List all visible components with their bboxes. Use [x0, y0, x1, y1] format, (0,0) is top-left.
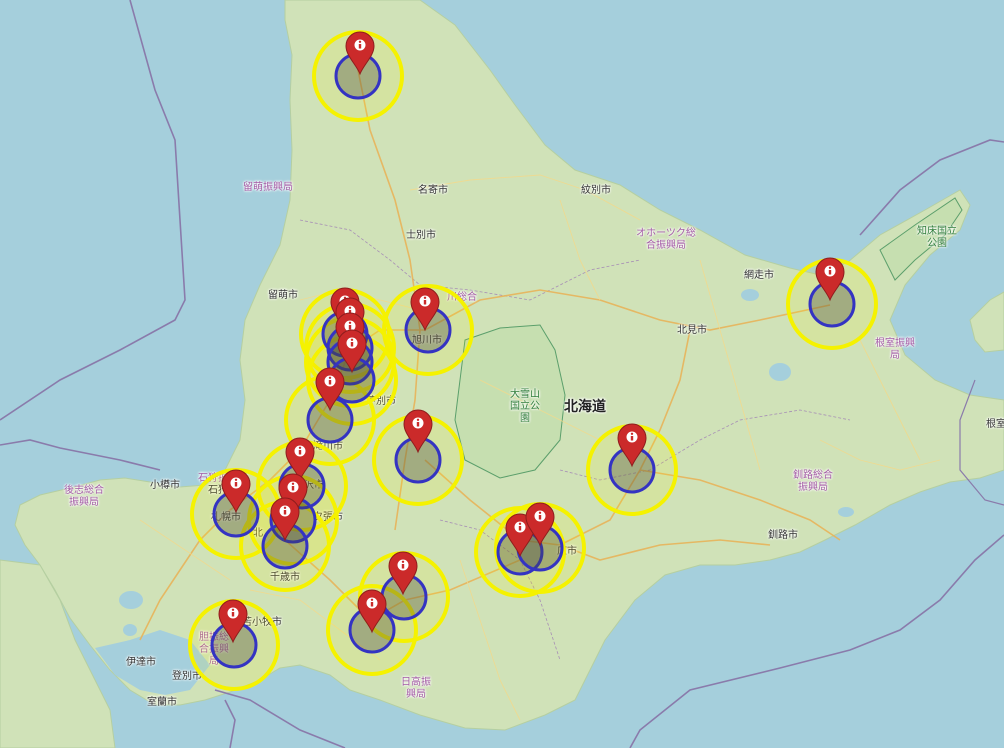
- info-icon-stem: [328, 380, 332, 385]
- info-icon-stem: [298, 450, 302, 455]
- info-icon-dot: [234, 478, 238, 481]
- info-icon-stem: [358, 44, 362, 49]
- info-icon-dot: [358, 40, 362, 43]
- map-canvas[interactable]: 北海道 留萌振興局 オホーツク総合振興局 根室振興局 釧路総合振興局 石狩振興局…: [0, 0, 1004, 748]
- info-icon-dot: [231, 608, 235, 611]
- info-icon-dot: [328, 376, 332, 379]
- info-icon-dot: [416, 418, 420, 421]
- info-icon-stem: [234, 482, 238, 487]
- info-icon-stem: [348, 325, 352, 330]
- info-icon-stem: [231, 612, 235, 617]
- info-icon-stem: [283, 510, 287, 515]
- info-icon-stem: [350, 342, 354, 347]
- info-icon-dot: [630, 432, 634, 435]
- info-icon-dot: [828, 266, 832, 269]
- info-icon-stem: [518, 526, 522, 531]
- info-icon-stem: [291, 486, 295, 491]
- marker-overlay: [188, 30, 878, 691]
- info-icon-stem: [423, 300, 427, 305]
- info-icon-dot: [348, 306, 352, 309]
- info-icon-dot: [348, 321, 352, 324]
- info-icon-stem: [630, 436, 634, 441]
- info-icon-dot: [538, 511, 542, 514]
- info-icon-dot: [298, 446, 302, 449]
- info-icon-dot: [283, 506, 287, 509]
- info-icon-dot: [350, 338, 354, 341]
- info-icon-stem: [828, 270, 832, 275]
- info-icon-stem: [538, 515, 542, 520]
- info-icon-stem: [416, 422, 420, 427]
- info-icon-dot: [291, 482, 295, 485]
- info-icon-dot: [401, 560, 405, 563]
- info-icon-dot: [518, 522, 522, 525]
- info-icon-dot: [370, 598, 374, 601]
- info-icon-stem: [401, 564, 405, 569]
- info-icon-dot: [423, 296, 427, 299]
- info-icon-stem: [370, 602, 374, 607]
